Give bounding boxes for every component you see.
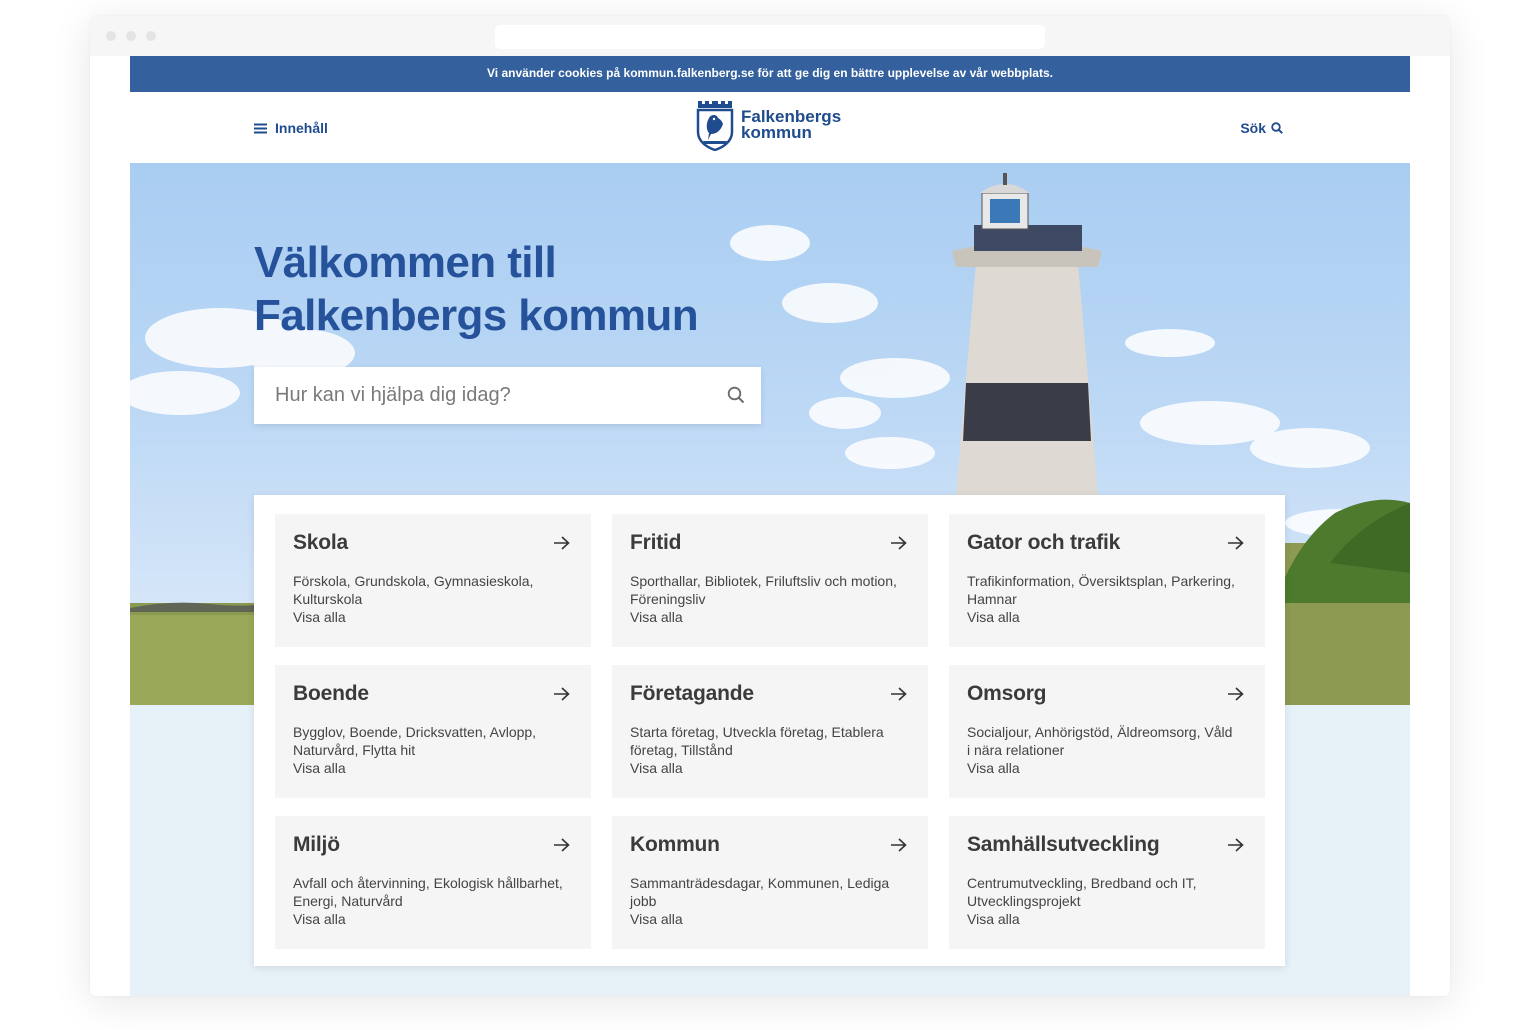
category-card-samhallsutveckling[interactable]: Samhällsutveckling Centrumutveckling, Br… <box>949 816 1265 949</box>
category-card-skola[interactable]: Skola Förskola, Grundskola, Gymnasieskol… <box>275 514 591 647</box>
card-link[interactable]: Visa alla <box>630 910 906 928</box>
title-line: Välkommen till <box>254 238 557 287</box>
card-link[interactable]: Visa alla <box>967 910 1243 928</box>
browser-chrome <box>90 16 1450 56</box>
category-panel: Skola Förskola, Grundskola, Gymnasieskol… <box>254 495 1285 966</box>
site-header: Innehåll Falkenbergs kommun Sök <box>130 92 1410 163</box>
search-label: Sök <box>1240 120 1266 136</box>
card-link[interactable]: Visa alla <box>293 608 569 626</box>
title-line: Falkenbergs kommun <box>254 291 699 340</box>
web-page: Vi använder cookies på kommun.falkenberg… <box>130 56 1410 996</box>
card-description: Avfall och återvinning, Ekologisk hållba… <box>293 875 563 909</box>
arrow-right-icon <box>891 838 907 852</box>
logo-text: Falkenbergs kommun <box>741 108 841 142</box>
card-title: Fritid <box>630 531 682 554</box>
search-icon <box>1271 122 1283 134</box>
card-link[interactable]: Visa alla <box>967 608 1243 626</box>
card-description: Starta företag, Utveckla företag, Etable… <box>630 724 884 758</box>
card-description: Trafikinformation, Översiktsplan, Parker… <box>967 573 1235 607</box>
card-link[interactable]: Visa alla <box>293 910 569 928</box>
card-description: Sammanträdesdagar, Kommunen, Lediga jobb <box>630 875 890 909</box>
card-title: Omsorg <box>967 682 1047 705</box>
card-title: Kommun <box>630 833 720 856</box>
category-card-boende[interactable]: Boende Bygglov, Boende, Dricksvatten, Av… <box>275 665 591 798</box>
window-dot[interactable] <box>146 31 156 41</box>
address-bar[interactable] <box>495 25 1045 49</box>
menu-label: Innehåll <box>275 120 328 136</box>
card-link[interactable]: Visa alla <box>630 759 906 777</box>
window-dot[interactable] <box>126 31 136 41</box>
category-card-foretagande[interactable]: Företagande Starta företag, Utveckla för… <box>612 665 928 798</box>
card-description: Sporthallar, Bibliotek, Friluftsliv och … <box>630 573 897 607</box>
card-description: Centrumutveckling, Bredband och IT, Utve… <box>967 875 1197 909</box>
card-title: Samhällsutveckling <box>967 833 1160 856</box>
hero-search-box <box>254 367 761 424</box>
arrow-right-icon <box>554 536 570 550</box>
search-icon[interactable] <box>727 386 745 404</box>
arrow-right-icon <box>1228 838 1244 852</box>
logo-subtitle: kommun <box>741 123 812 142</box>
search-input[interactable] <box>254 367 694 424</box>
card-link[interactable]: Visa alla <box>293 759 569 777</box>
card-description: Bygglov, Boende, Dricksvatten, Avlopp, N… <box>293 724 537 758</box>
cookie-banner: Vi använder cookies på kommun.falkenberg… <box>130 56 1410 92</box>
arrow-right-icon <box>891 536 907 550</box>
card-link[interactable]: Visa alla <box>967 759 1243 777</box>
card-title: Företagande <box>630 682 754 705</box>
card-title: Miljö <box>293 833 340 856</box>
card-description: Socialjour, Anhörigstöd, Äldreomsorg, Vå… <box>967 724 1233 758</box>
arrow-right-icon <box>554 687 570 701</box>
category-card-gator-och-trafik[interactable]: Gator och trafik Trafikinformation, Över… <box>949 514 1265 647</box>
page-title: Välkommen till Falkenbergs kommun <box>254 236 814 342</box>
coat-of-arms-icon <box>696 101 734 151</box>
card-link[interactable]: Visa alla <box>630 608 906 626</box>
hamburger-icon <box>254 123 267 133</box>
arrow-right-icon <box>1228 687 1244 701</box>
site-logo[interactable]: Falkenbergs kommun <box>695 99 841 151</box>
window-dot[interactable] <box>106 31 116 41</box>
card-title: Boende <box>293 682 369 705</box>
browser-window: Vi använder cookies på kommun.falkenberg… <box>90 16 1450 996</box>
category-card-omsorg[interactable]: Omsorg Socialjour, Anhörigstöd, Äldreoms… <box>949 665 1265 798</box>
menu-button[interactable]: Innehåll <box>254 118 328 138</box>
card-title: Gator och trafik <box>967 531 1121 554</box>
card-title: Skola <box>293 531 349 554</box>
category-card-fritid[interactable]: Fritid Sporthallar, Bibliotek, Friluftsl… <box>612 514 928 647</box>
arrow-right-icon <box>891 687 907 701</box>
arrow-right-icon <box>1228 536 1244 550</box>
arrow-right-icon <box>554 838 570 852</box>
card-description: Förskola, Grundskola, Gymnasieskola, Kul… <box>293 573 534 607</box>
header-search-button[interactable]: Sök <box>1240 118 1283 138</box>
category-card-kommun[interactable]: Kommun Sammanträdesdagar, Kommunen, Ledi… <box>612 816 928 949</box>
category-card-miljo[interactable]: Miljö Avfall och återvinning, Ekologisk … <box>275 816 591 949</box>
